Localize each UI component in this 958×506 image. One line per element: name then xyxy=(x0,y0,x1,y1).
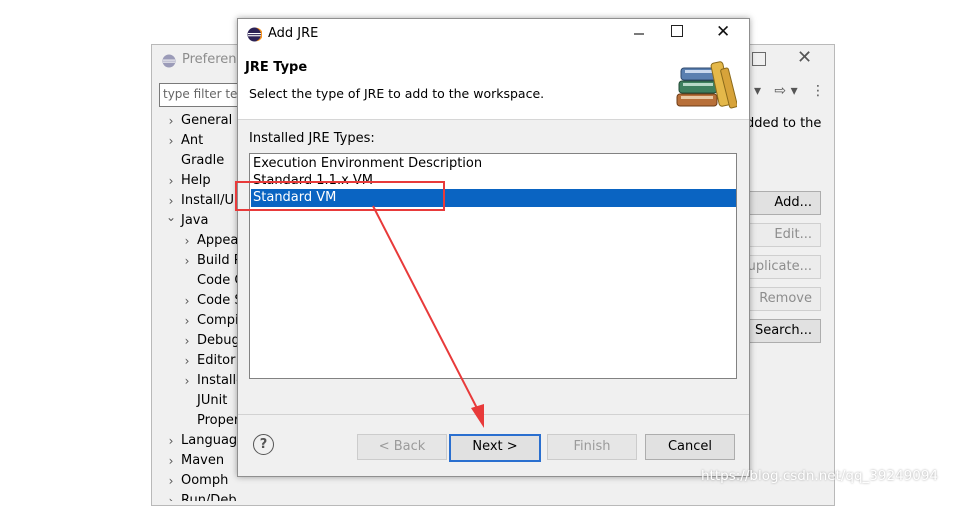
side-button[interactable]: Search... xyxy=(745,319,821,343)
chevron-right-icon[interactable]: › xyxy=(182,351,192,371)
chevron-right-icon[interactable]: › xyxy=(182,331,192,351)
chevron-down-icon[interactable]: ▾ xyxy=(791,83,798,99)
chevron-right-icon[interactable]: › xyxy=(182,311,192,331)
tree-item-label: Compil xyxy=(197,313,243,328)
close-icon[interactable]: ✕ xyxy=(716,22,730,42)
back-button[interactable]: < Back xyxy=(357,434,447,460)
tree-item-label: Ant xyxy=(181,133,204,148)
banner-title: JRE Type xyxy=(245,60,308,75)
side-button-label: Remove xyxy=(759,291,812,306)
button-separator xyxy=(238,414,749,415)
side-button[interactable]: Add... xyxy=(745,191,821,215)
chevron-right-icon[interactable]: › xyxy=(182,371,192,391)
next-button[interactable]: Next > xyxy=(449,434,541,462)
tree-item-label: Code S xyxy=(197,293,243,308)
tree-item-label: General xyxy=(181,113,233,128)
chevron-right-icon[interactable]: › xyxy=(166,111,176,131)
close-icon[interactable]: ✕ xyxy=(797,47,812,68)
chevron-right-icon[interactable]: › xyxy=(182,251,192,271)
tree-item-label: Install/Up xyxy=(181,193,243,208)
highlight-box xyxy=(235,181,445,211)
chevron-right-icon[interactable]: › xyxy=(166,471,176,491)
chevron-right-icon[interactable]: › xyxy=(166,491,176,501)
tree-item-label: Proper xyxy=(197,413,240,428)
tree-item-label: Debug xyxy=(197,333,240,348)
eclipse-icon xyxy=(247,27,262,42)
side-button[interactable]: Duplicate... xyxy=(738,255,821,279)
tree-item-label: Oomph xyxy=(181,473,229,488)
chevron-down-icon[interactable]: ⌄ xyxy=(166,207,176,227)
chevron-down-icon[interactable]: ▾ xyxy=(754,83,761,99)
add-jre-dialog: Add JRE ✕ JRE Type Select the type of JR… xyxy=(237,18,750,477)
tree-item-label: Help xyxy=(181,173,211,188)
tree-item-label: Build P xyxy=(197,253,242,268)
filter-input[interactable] xyxy=(160,84,246,104)
preferences-title: Preferenc xyxy=(182,52,244,67)
dialog-title: Add JRE xyxy=(268,26,319,41)
minimize-icon[interactable] xyxy=(629,23,649,43)
chevron-right-icon[interactable]: › xyxy=(166,131,176,151)
preferences-tree[interactable]: › General › Ant Gradle › Help › Install/Up ⌄ Java ›… xyxy=(152,111,244,501)
books-icon xyxy=(676,61,737,109)
tree-item-label: Maven xyxy=(181,453,225,468)
side-button-label: Search... xyxy=(754,323,812,338)
side-button[interactable]: Remove xyxy=(745,287,821,311)
tree-item-label: Language xyxy=(181,433,244,448)
filter-field[interactable] xyxy=(159,83,247,107)
forward-arrow-icon[interactable]: ⇨ xyxy=(774,83,786,99)
chevron-right-icon[interactable]: › xyxy=(182,231,192,251)
watermark: https://blog.csdn.net/qq_39249094 xyxy=(701,468,939,484)
cancel-button[interactable]: Cancel xyxy=(645,434,735,460)
maximize-icon[interactable] xyxy=(752,52,766,66)
preferences-description: dded to the xyxy=(746,116,822,131)
jre-type-item[interactable]: Execution Environment Description xyxy=(251,155,736,173)
chevron-right-icon[interactable]: › xyxy=(166,171,176,191)
eclipse-icon xyxy=(162,54,176,68)
tree-item-label: Run/Deb xyxy=(181,493,237,501)
tree-item-label: Java xyxy=(181,213,209,228)
dialog-titlebar: Add JRE ✕ xyxy=(238,19,749,50)
finish-button[interactable]: Finish xyxy=(547,434,637,460)
maximize-icon[interactable] xyxy=(671,25,683,37)
tree-item-label: JUnit xyxy=(197,393,228,408)
banner-description: Select the type of JRE to add to the wor… xyxy=(249,86,545,101)
chevron-right-icon[interactable]: › xyxy=(166,451,176,471)
installed-jre-types-label: Installed JRE Types: xyxy=(249,131,375,146)
side-button[interactable]: Edit... xyxy=(745,223,821,247)
chevron-right-icon[interactable]: › xyxy=(182,291,192,311)
menu-icon[interactable]: ⋮ xyxy=(811,83,825,99)
side-button-label: Add... xyxy=(774,195,812,210)
wizard-banner: JRE Type Select the type of JRE to add t… xyxy=(238,50,749,120)
navigation-icons[interactable]: ▾ ⇨ ▾ ⋮ xyxy=(754,83,825,99)
side-button-label: Edit... xyxy=(774,227,812,242)
help-icon[interactable]: ? xyxy=(253,434,274,455)
tree-item-label: Gradle xyxy=(181,153,225,168)
tree-item-label: Editor xyxy=(197,353,236,368)
chevron-right-icon[interactable]: › xyxy=(166,431,176,451)
